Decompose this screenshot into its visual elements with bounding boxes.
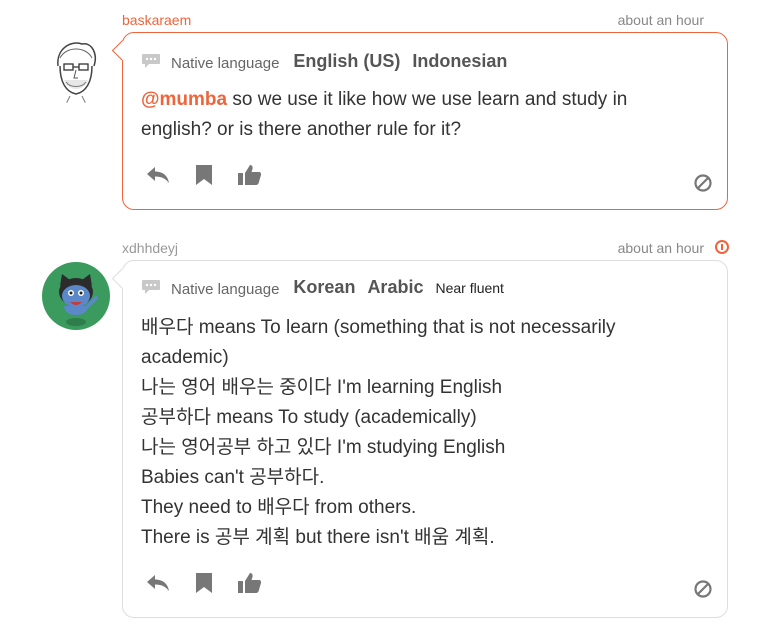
avatar[interactable] [42,262,110,330]
speech-bubble-icon [142,54,160,68]
comment-bubble: Native language Korean Arabic Near fluen… [111,260,728,618]
alert-icon[interactable] [715,240,729,254]
text-line: 배우다 means To learn (something that is no… [141,317,616,338]
author-name[interactable]: baskaraem [122,12,191,28]
reply-icon[interactable] [145,571,171,595]
avatar[interactable] [42,36,110,104]
text-line: There is 공부 계획 but there isn't 배움 계획. [141,527,495,548]
bookmark-icon[interactable] [191,163,217,187]
author-name[interactable]: xdhhdeyj [122,240,178,256]
text-line: 공부하다 means To study (academically) [141,407,477,428]
bubble-tail [111,267,134,290]
thumbs-up-icon[interactable] [237,571,263,595]
comment-text: @mumba so we use it like how we use lear… [141,85,701,145]
bubble-tail [111,39,134,62]
language-row: Native language Korean Arabic Near fluen… [141,275,504,299]
text-line: 나는 영어 배우는 중이다 I'm learning English [141,377,503,398]
text-line: so we use it like how we use learn and s… [227,89,628,110]
language-row: Native language English (US) Indonesian [141,49,519,73]
comment-text: 배우다 means To learn (something that is no… [141,313,701,553]
text-line: english? or is there another rule for it… [141,119,462,140]
speech-bubble-icon [142,280,160,294]
block-icon[interactable] [693,579,713,599]
timestamp: about an hour [617,12,704,28]
block-icon[interactable] [693,173,713,193]
language-arabic: Arabic [367,276,424,297]
language-english: English (US) [293,50,401,71]
language-indonesian: Indonesian [412,50,508,71]
bookmark-icon[interactable] [191,571,217,595]
action-bar [145,571,283,595]
thumbs-up-icon[interactable] [237,163,263,187]
fluency-level: Near fluent [435,280,504,296]
user-mention[interactable]: @mumba [141,89,227,110]
reply-icon[interactable] [145,163,171,187]
text-line: academic) [141,347,229,368]
text-line: Babies can't 공부하다. [141,467,325,488]
native-language-label: Native language [171,280,280,298]
language-korean: Korean [293,276,356,297]
timestamp: about an hour [617,240,704,256]
text-line: They need to 배우다 from others. [141,497,417,518]
action-bar [145,163,283,187]
comment-bubble: Native language English (US) Indonesian … [111,32,728,210]
text-line: 나는 영어공부 하고 있다 I'm studying English [141,437,506,458]
native-language-label: Native language [171,54,280,72]
